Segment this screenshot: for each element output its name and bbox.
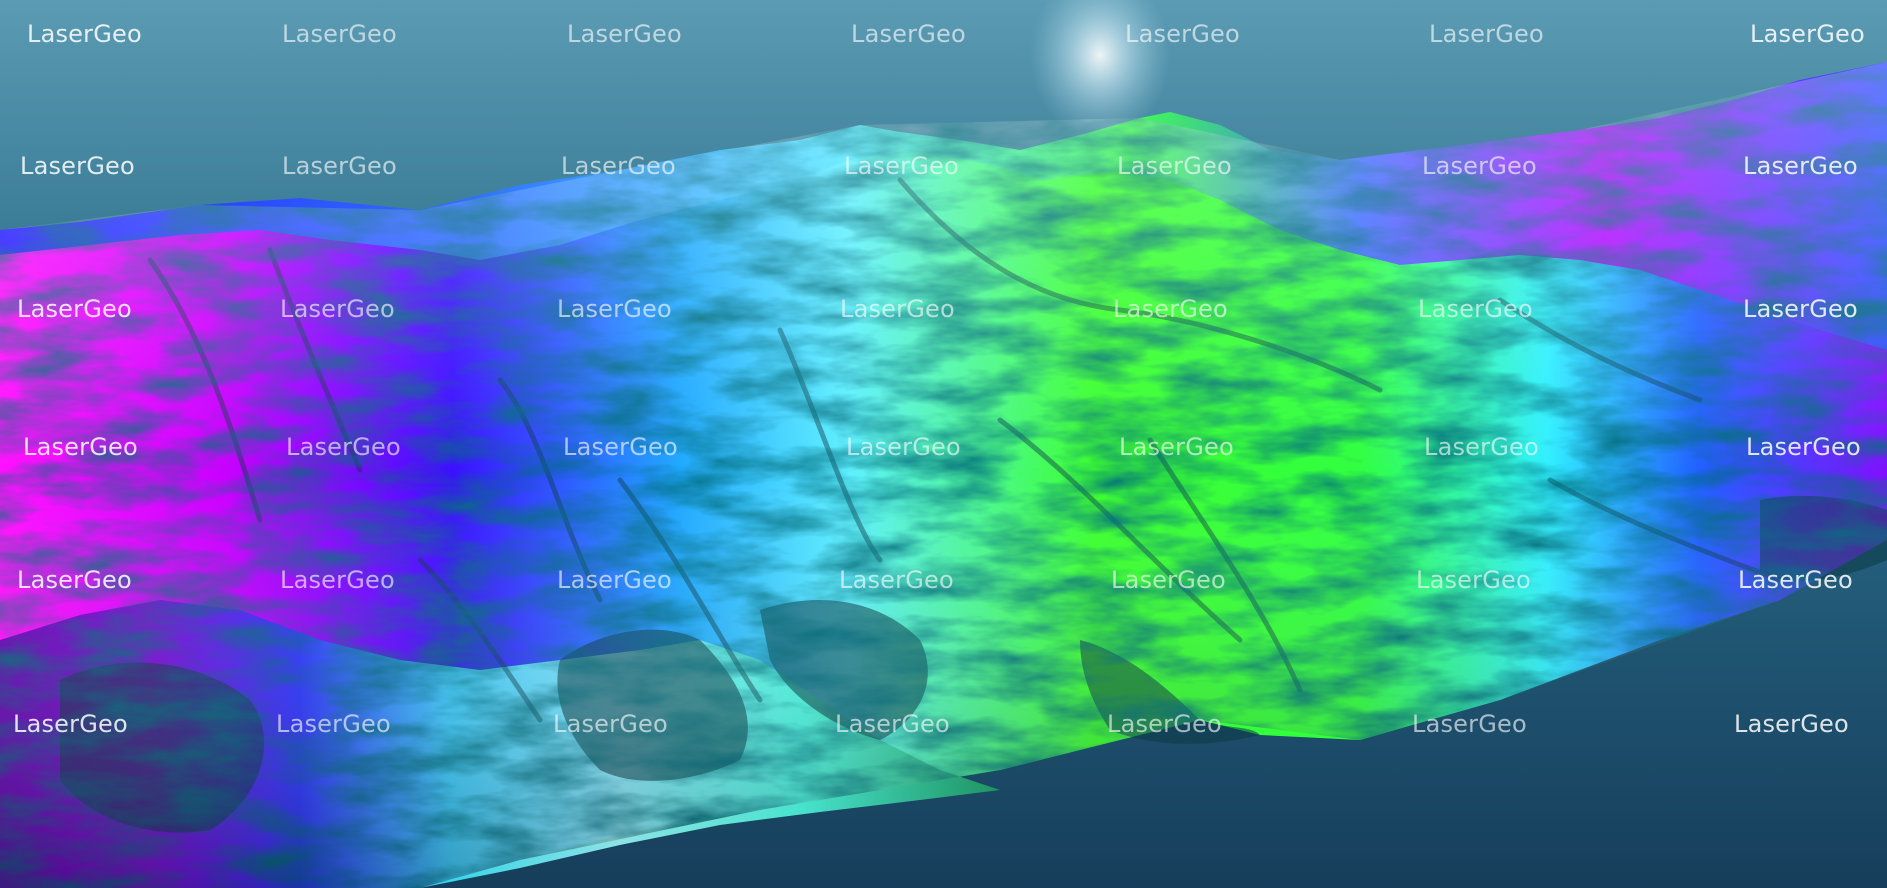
terrain-render — [0, 0, 1887, 888]
terrain-scene: LaserGeo LaserGeo LaserGeo LaserGeo LaserGeo… — [0, 0, 1887, 888]
